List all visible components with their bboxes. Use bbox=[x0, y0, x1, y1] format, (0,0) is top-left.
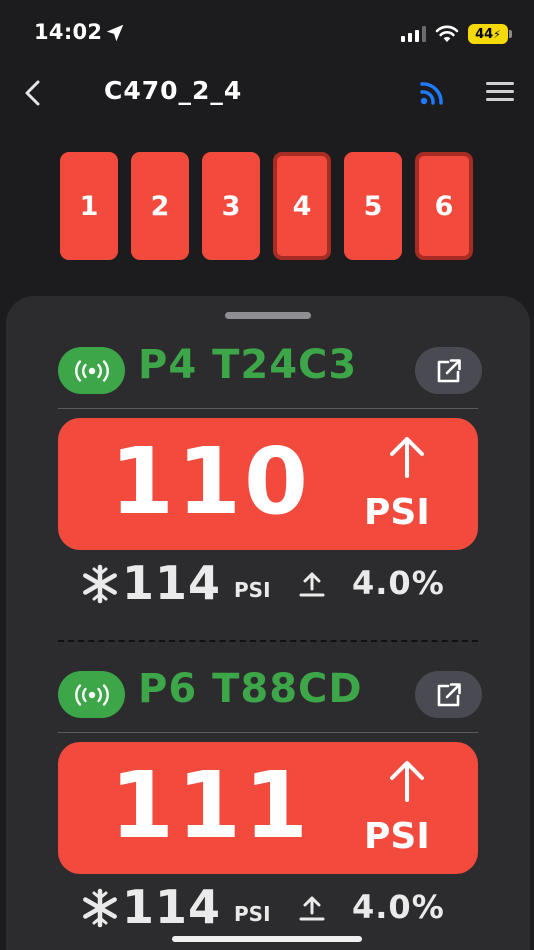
sensor-header: P4 T24C3 bbox=[58, 342, 482, 410]
pressure-unit: PSI bbox=[364, 816, 430, 857]
snowflake-icon bbox=[83, 888, 117, 928]
pressure-unit: PSI bbox=[364, 492, 430, 533]
sensor-name: P6 T88CD bbox=[138, 666, 363, 712]
pressure-value: 111 bbox=[110, 752, 312, 859]
position-button-3[interactable]: 3 bbox=[202, 152, 260, 260]
battery-level: 44 bbox=[475, 26, 494, 42]
tire-position-selector: 1 2 3 4 5 6 bbox=[60, 152, 473, 260]
broadcast-signal-icon bbox=[58, 671, 125, 718]
header-divider bbox=[58, 732, 478, 733]
cold-pressure-unit: PSI bbox=[234, 578, 271, 602]
position-button-4[interactable]: 4 bbox=[273, 152, 331, 260]
pressure-value: 110 bbox=[110, 428, 312, 535]
wifi-status-icon bbox=[435, 25, 459, 42]
header-divider bbox=[58, 408, 478, 409]
sensor-card: P6 T88CD 111 PSI 114 PSI 4.0% bbox=[58, 666, 482, 946]
upload-arrow-icon bbox=[299, 572, 325, 597]
status-bar: 14:02 44 ⚡ bbox=[0, 0, 534, 66]
cold-pressure-unit: PSI bbox=[234, 902, 271, 926]
sensor-name: P4 T24C3 bbox=[138, 342, 358, 388]
cold-pressure-row: 114 PSI 4.0% bbox=[80, 880, 480, 934]
cold-pressure-value: 114 bbox=[122, 556, 222, 610]
sheet-grabber[interactable] bbox=[225, 312, 311, 319]
cold-pressure-row: 114 PSI 4.0% bbox=[80, 556, 480, 610]
location-arrow-icon bbox=[106, 24, 124, 42]
upload-arrow-icon bbox=[299, 896, 325, 921]
status-time: 14:02 bbox=[34, 20, 103, 44]
sensor-sheet: P4 T24C3 110 PSI 114 PSI 4.0% P6 T88CD 1… bbox=[6, 296, 530, 950]
sensor-card: P4 T24C3 110 PSI 114 PSI 4.0% bbox=[58, 342, 482, 622]
cold-pressure-value: 114 bbox=[122, 880, 222, 934]
battery-icon: 44 ⚡ bbox=[468, 24, 512, 44]
sensor-divider bbox=[58, 640, 478, 642]
offset-percent: 4.0% bbox=[352, 888, 445, 926]
sensor-header: P6 T88CD bbox=[58, 666, 482, 734]
external-link-icon[interactable] bbox=[415, 347, 482, 394]
position-button-2[interactable]: 2 bbox=[131, 152, 189, 260]
pressure-reading[interactable]: 111 PSI bbox=[58, 742, 478, 874]
position-button-5[interactable]: 5 bbox=[344, 152, 402, 260]
position-button-1[interactable]: 1 bbox=[60, 152, 118, 260]
cellular-signal-icon bbox=[401, 26, 426, 42]
arrow-up-icon bbox=[390, 761, 424, 802]
arrow-up-icon bbox=[390, 437, 424, 478]
chevron-left-icon[interactable] bbox=[20, 78, 46, 108]
home-indicator[interactable] bbox=[172, 936, 362, 942]
pressure-reading[interactable]: 110 PSI bbox=[58, 418, 478, 550]
external-link-icon[interactable] bbox=[415, 671, 482, 718]
status-indicators: 44 ⚡ bbox=[401, 24, 512, 44]
snowflake-icon bbox=[83, 564, 117, 604]
offset-percent: 4.0% bbox=[352, 564, 445, 602]
page-title: C470_2_4 bbox=[104, 76, 243, 105]
position-button-6[interactable]: 6 bbox=[415, 152, 473, 260]
wifi-icon[interactable] bbox=[418, 80, 446, 106]
broadcast-signal-icon bbox=[58, 347, 125, 394]
hamburger-menu-icon[interactable] bbox=[486, 82, 514, 102]
